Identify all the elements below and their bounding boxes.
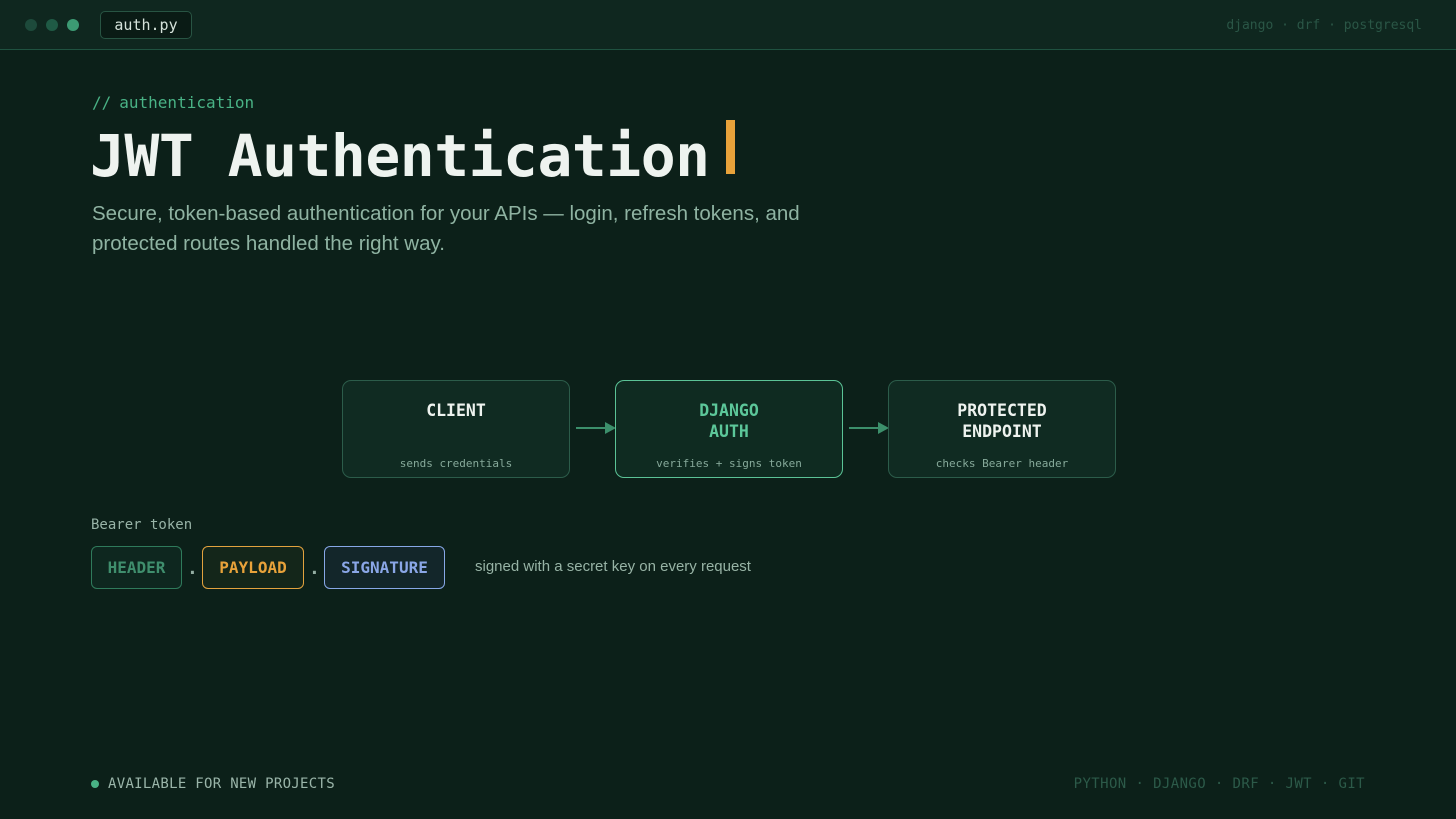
flow-node-subtitle: sends credentials [399, 457, 513, 470]
token-note: signed with a secret key on every reques… [475, 558, 751, 575]
typing-cursor [726, 120, 735, 174]
flow-node-subtitle: verifies + signs token [656, 457, 802, 470]
window-maximize-dot[interactable] [67, 19, 79, 31]
flow-node-subtitle: checks Bearer header [935, 457, 1069, 470]
window-minimize-dot[interactable] [46, 19, 58, 31]
eyebrow-text: authentication [119, 93, 255, 112]
status-dot-icon [91, 780, 99, 788]
page-title: JWT Authentication [90, 122, 710, 190]
flow-node-protected-endpoint: PROTECTED ENDPOINT checks Bearer header [888, 380, 1116, 478]
page: auth.py django · drf · postgresql // auth… [0, 0, 1456, 819]
flow-node-title: PROTECTED ENDPOINT [957, 401, 1047, 441]
token-separator: . [309, 558, 320, 579]
top-bar: auth.py django · drf · postgresql [0, 0, 1456, 50]
stack-meta: django · drf · postgresql [1226, 18, 1422, 33]
comment-slashes: // [92, 93, 112, 112]
token-part-signature: SIGNATURE [324, 546, 445, 589]
section-eyebrow: // authentication [92, 93, 254, 112]
token-separator: . [187, 558, 198, 579]
token-part-payload: PAYLOAD [202, 546, 304, 589]
arrow-right-icon [849, 422, 889, 434]
window-close-dot[interactable] [25, 19, 37, 31]
flow-node-title: DJANGO AUTH [699, 401, 759, 441]
availability-status: AVAILABLE FOR NEW PROJECTS [108, 776, 335, 792]
token-label: Bearer token [91, 517, 193, 533]
token-part-header: HEADER [91, 546, 182, 589]
flow-node-django-auth: DJANGO AUTH verifies + signs token [615, 380, 843, 478]
flow-node-title: CLIENT [426, 401, 486, 420]
flow-node-client: CLIENT sends credentials [342, 380, 570, 478]
arrow-right-icon [576, 422, 616, 434]
page-subtitle: Secure, token-based authentication for y… [92, 202, 800, 255]
skills-list: PYTHON · DJANGO · DRF · JWT · GIT [1073, 776, 1365, 792]
file-tab[interactable]: auth.py [100, 11, 192, 39]
